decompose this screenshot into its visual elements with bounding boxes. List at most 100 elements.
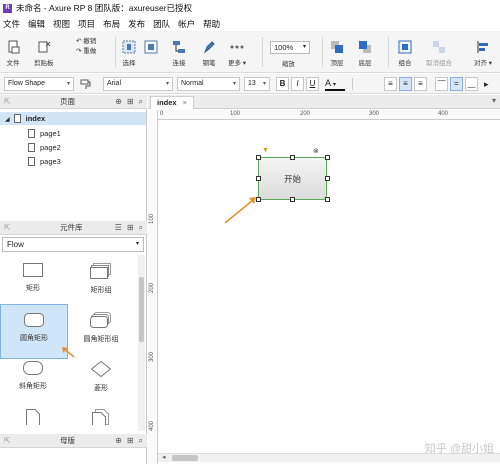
resize-handle[interactable] [256, 176, 261, 181]
zoom-select[interactable]: 100% ▾ [270, 41, 310, 54]
page-tree-item-page2[interactable]: page2 [0, 141, 146, 154]
pen-label: 钢笔 [202, 60, 216, 67]
tab-dropdown-icon[interactable]: ▾ [492, 96, 496, 105]
valign-bottom-button[interactable]: ⎽ [465, 77, 478, 91]
widget-rectangle[interactable]: 矩形 [0, 255, 66, 307]
font-color-button[interactable]: A ▾ [325, 77, 345, 91]
align-center-button[interactable]: ≡ [399, 77, 412, 91]
clipboard-button[interactable]: 剪贴板 [34, 40, 54, 67]
align-button[interactable]: 对齐 ▾ [474, 40, 492, 67]
shape-text: 开始 [283, 173, 301, 184]
italic-button[interactable]: I [291, 77, 304, 91]
menu-project[interactable]: 项目 [78, 18, 95, 30]
more-button[interactable]: 更多 ▾ [228, 40, 246, 67]
close-icon[interactable]: × [183, 98, 187, 107]
resize-handle[interactable] [290, 155, 295, 160]
menu-file[interactable]: 文件 [3, 18, 20, 30]
resize-handle[interactable] [256, 155, 261, 160]
ruler-label: 400 [149, 420, 155, 431]
connect-label: 连接 [172, 60, 186, 67]
widget-bevel-rectangle[interactable]: 斜角矩形 [0, 353, 66, 405]
align-left-button[interactable]: ≡ [384, 77, 397, 91]
widget-diamond[interactable]: 菱形 [68, 353, 134, 405]
undo-button[interactable]: ↶ 撤销 [76, 37, 96, 47]
document-shape-icon [26, 409, 40, 425]
align-icon [477, 41, 489, 53]
redo-button[interactable]: ↷ 重做 [76, 47, 96, 57]
add-folder-icon[interactable]: ⊞ [127, 95, 134, 109]
widget-document[interactable] [0, 401, 66, 431]
underline-button[interactable]: U [306, 77, 319, 91]
library-select[interactable]: Flow ▾ [2, 237, 144, 252]
chevron-down-icon: ▾ [135, 241, 139, 247]
rectangle-shape-icon [23, 263, 43, 277]
add-page-icon[interactable]: ⊕ [115, 95, 122, 109]
connect-button[interactable]: 连接 [172, 40, 186, 67]
add-master-icon[interactable]: ⊕ [115, 434, 122, 448]
font-weight-select[interactable]: Normal ▾ [177, 77, 240, 91]
bold-button[interactable]: B [276, 77, 289, 91]
tree-expand-icon[interactable]: ◢ [5, 117, 10, 123]
rectangle-group-icon [90, 263, 111, 279]
collapse-icon[interactable]: ⇱ [4, 434, 10, 448]
select-button[interactable]: 选择 [122, 40, 136, 67]
bring-to-top-button[interactable]: 顶层 [330, 40, 344, 67]
scrollbar-thumb[interactable] [172, 455, 198, 461]
more-format-icon[interactable]: ▸ [484, 78, 496, 90]
search-icon[interactable]: ⌕ [139, 434, 143, 448]
font-family-select[interactable]: Arial ▾ [103, 77, 173, 91]
valign-top-button[interactable]: ⎺ [435, 77, 448, 91]
canvas-rounded-rectangle[interactable]: 开始 [258, 157, 327, 200]
ungroup-button[interactable]: 取消组合 [426, 40, 452, 67]
resize-handle[interactable] [325, 176, 330, 181]
page-tree-item-index[interactable]: ◢ index [0, 112, 146, 125]
format-painter-icon[interactable] [80, 78, 92, 90]
page-tree-item-page1[interactable]: page1 [0, 127, 146, 140]
widget-rectangle-group[interactable]: 矩形组 [68, 255, 134, 307]
undo-icon: ↶ [76, 38, 82, 45]
group-button[interactable]: 组合 [398, 40, 412, 67]
resize-handle[interactable] [325, 197, 330, 202]
rotate-handle-icon[interactable]: ⊗ [313, 147, 319, 155]
align-right-button[interactable]: ≡ [414, 77, 427, 91]
add-folder-icon[interactable]: ⊞ [127, 434, 134, 448]
menu-account[interactable]: 帐户 [178, 18, 195, 30]
ungroup-icon [433, 41, 445, 53]
shape-type-select[interactable]: Flow Shape ▾ [4, 77, 74, 91]
font-size-select[interactable]: 13 ▾ [244, 77, 270, 91]
resize-handle[interactable] [325, 155, 330, 160]
canvas-area: index × ▾ 0 100 200 300 400 100 200 300 4… [148, 95, 500, 464]
search-icon[interactable]: ⌕ [139, 95, 143, 109]
menu-edit[interactable]: 编辑 [28, 18, 45, 30]
corner-radius-handle-icon[interactable]: ▼ [262, 147, 269, 154]
search-icon[interactable]: ⌕ [139, 221, 143, 235]
collapse-icon[interactable]: ⇱ [4, 221, 10, 235]
collapse-icon[interactable]: ⇱ [4, 95, 10, 109]
file-button[interactable]: 文件 [6, 40, 20, 67]
menu-icon[interactable]: ☰ [115, 221, 122, 235]
library-options-icon[interactable]: ⊞ [127, 221, 134, 235]
widget-rounded-rectangle-group[interactable]: 圆角矩形组 [68, 304, 134, 356]
send-to-bottom-button[interactable]: 底层 [358, 40, 372, 67]
pen-button[interactable]: 钢笔 [202, 40, 216, 67]
menu-publish[interactable]: 发布 [128, 18, 145, 30]
library-scrollbar[interactable] [138, 255, 145, 431]
ruler-label: 100 [149, 213, 155, 224]
widget-label: 斜角矩形 [19, 383, 47, 390]
select-mode-2-button[interactable] [144, 40, 158, 57]
widget-rounded-rectangle[interactable]: 圆角矩形 [0, 304, 68, 359]
vertical-ruler: 100 200 300 400 [148, 110, 158, 464]
library-panel-header: ⇱ 元件库 ☰ ⊞ ⌕ [0, 221, 147, 235]
valign-middle-button[interactable]: = [450, 77, 463, 91]
page-tree-item-page3[interactable]: page3 [0, 155, 146, 168]
menu-help[interactable]: 帮助 [203, 18, 220, 30]
scrollbar-thumb[interactable] [139, 277, 144, 342]
widget-document-group[interactable] [68, 401, 134, 431]
scroll-left-icon[interactable]: ◂ [162, 453, 166, 461]
tab-index[interactable]: index × [150, 96, 194, 109]
left-panel: ⇱ 页面 ⊕ ⊞ ⌕ ◢ index page1 page2 page3 ⇱ 元件… [0, 95, 147, 464]
menu-team[interactable]: 团队 [153, 18, 170, 30]
menu-layout[interactable]: 布局 [103, 18, 120, 30]
resize-handle[interactable] [290, 197, 295, 202]
menu-view[interactable]: 视图 [53, 18, 70, 30]
